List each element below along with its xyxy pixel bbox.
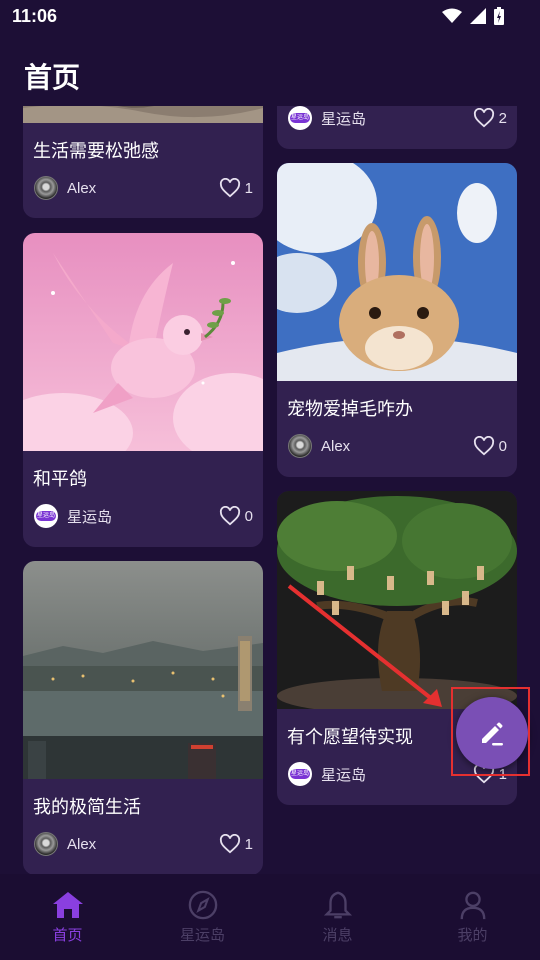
post-image-wishing-tree: [277, 491, 517, 709]
avatar: 星运岛: [288, 762, 312, 786]
person-icon: [460, 891, 485, 920]
author-name: 星运岛: [67, 508, 113, 526]
page-title: 首页: [24, 61, 81, 94]
like-button[interactable]: 1: [219, 834, 253, 854]
home-icon: [52, 892, 83, 918]
avatar: 星运岛: [288, 106, 312, 130]
tab-profile[interactable]: 我的: [405, 874, 540, 960]
post-card[interactable]: 生活需要松弛感 Alex 1: [23, 106, 263, 218]
post-card[interactable]: 和平鸽 星运岛 星运岛 0: [23, 233, 263, 547]
bell-icon: [323, 891, 352, 919]
compass-icon: [188, 890, 217, 920]
heart-icon: [219, 834, 240, 854]
bottom-nav: 首页 星运岛 消息 我的: [0, 874, 540, 960]
post-meta: 星运岛 星运岛 0: [34, 503, 253, 529]
signal-icon: [470, 8, 486, 24]
post-image-rocks: [23, 106, 263, 123]
like-button[interactable]: 1: [219, 178, 253, 198]
like-button[interactable]: 0: [473, 436, 507, 456]
post-title: 宠物爱掉毛咋办: [287, 399, 413, 420]
author-name: Alex: [321, 437, 351, 455]
tab-home[interactable]: 首页: [0, 874, 135, 960]
like-count: 0: [498, 437, 507, 455]
tab-island[interactable]: 星运岛: [135, 874, 270, 960]
post-meta: Alex 1: [34, 175, 253, 201]
post-image-dove: [23, 233, 263, 451]
create-post-button[interactable]: [456, 697, 528, 769]
avatar: [288, 434, 312, 458]
heart-icon: [473, 436, 494, 456]
post-meta: Alex 1: [34, 831, 253, 857]
tab-messages[interactable]: 消息: [270, 874, 405, 960]
post-card[interactable]: 我的极简生活 Alex 1: [23, 561, 263, 874]
post-image-rabbit: [277, 163, 517, 381]
tab-label: 星运岛: [179, 926, 225, 944]
post-card[interactable]: 星运岛 星运岛 2: [277, 106, 517, 149]
author-name: 星运岛: [321, 110, 367, 128]
screen: 11:06 首页 生活需要松弛感 Alex 1 星运岛 星运岛 2 和平鸽 星运…: [0, 0, 540, 960]
post-meta: Alex 0: [288, 433, 507, 459]
like-count: 0: [244, 507, 253, 525]
like-button[interactable]: 0: [219, 506, 253, 526]
post-title: 生活需要松弛感: [33, 141, 159, 162]
post-meta: 星运岛 星运岛 2: [288, 106, 507, 131]
status-icons: [442, 6, 504, 26]
post-image-city: [23, 561, 263, 779]
edit-icon: [482, 722, 503, 746]
avatar: 星运岛: [34, 504, 58, 528]
battery-icon: [494, 7, 504, 25]
like-button[interactable]: 2: [473, 108, 507, 128]
author-name: 星运岛: [321, 766, 367, 784]
avatar: [34, 176, 58, 200]
like-count: 1: [244, 835, 253, 853]
post-card[interactable]: 宠物爱掉毛咋办 Alex 0: [277, 163, 517, 477]
avatar: [34, 832, 58, 856]
status-time: 11:06: [12, 6, 58, 26]
wifi-icon: [442, 8, 462, 23]
heart-icon: [473, 108, 494, 128]
author-name: Alex: [67, 835, 97, 853]
tab-label: 首页: [52, 926, 83, 944]
tab-label: 消息: [322, 926, 353, 944]
tab-label: 我的: [457, 926, 488, 944]
post-feed[interactable]: 生活需要松弛感 Alex 1 星运岛 星运岛 2 和平鸽 星运岛 星运岛 0 宠…: [0, 106, 540, 874]
post-title: 有个愿望待实现: [287, 727, 413, 748]
author-name: Alex: [67, 179, 97, 197]
heart-icon: [219, 506, 240, 526]
like-count: 1: [244, 179, 253, 197]
like-count: 2: [498, 109, 507, 127]
heart-icon: [219, 178, 240, 198]
post-title: 和平鸽: [33, 469, 87, 490]
post-meta: 星运岛 星运岛 1: [288, 761, 507, 787]
status-bar: 11:06: [0, 0, 540, 34]
post-title: 我的极简生活: [33, 797, 141, 818]
